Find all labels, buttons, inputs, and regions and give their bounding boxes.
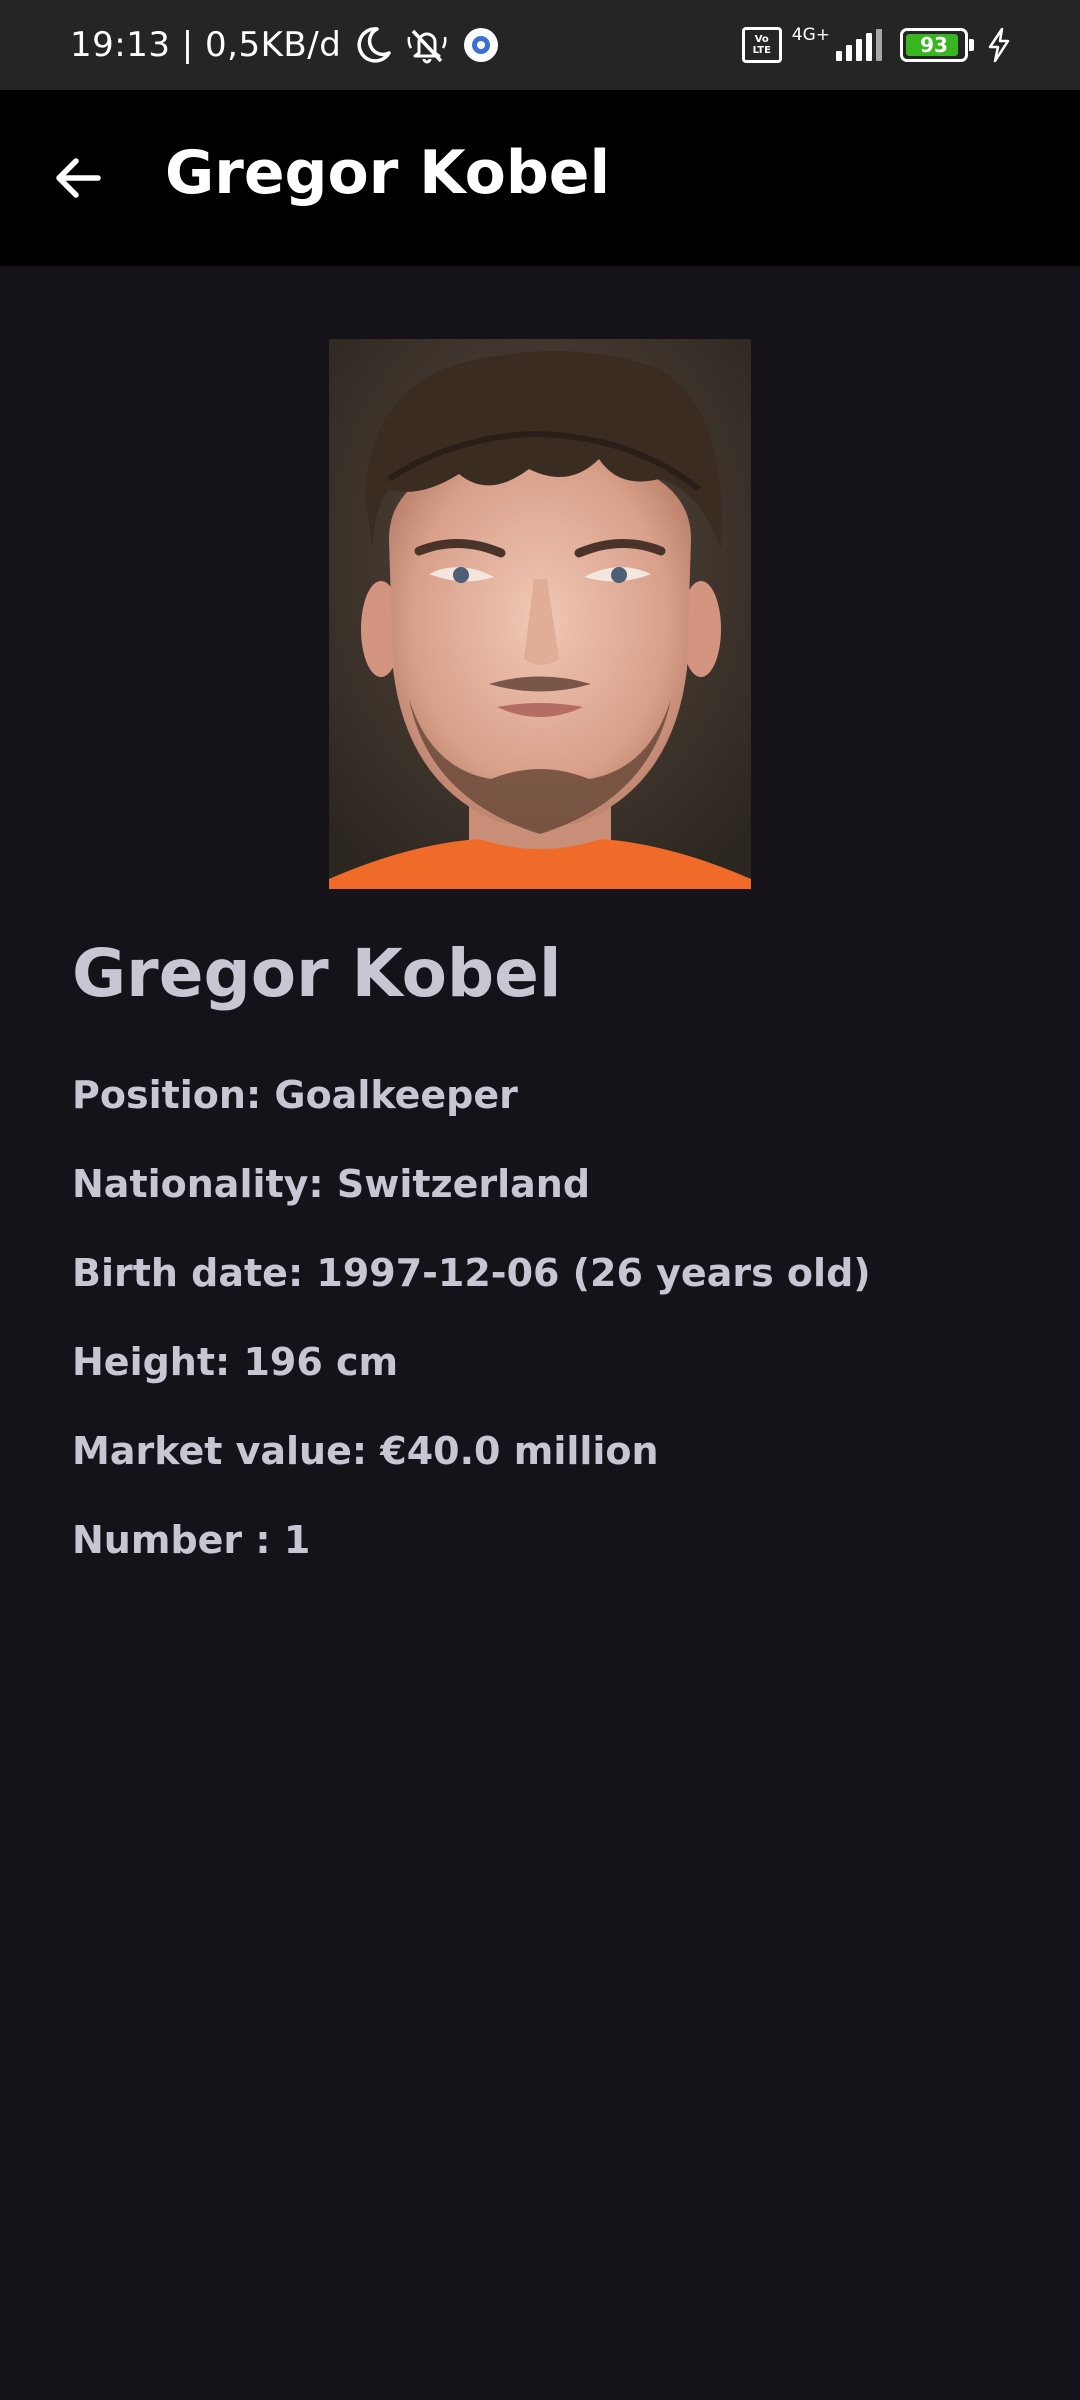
player-portrait-image (329, 339, 751, 889)
player-birth-date: Birth date: 1997-12-06 (26 years old) (72, 1251, 871, 1295)
battery-tip (969, 39, 974, 51)
battery-icon: 93 (900, 28, 974, 62)
player-position: Position: Goalkeeper (72, 1073, 518, 1117)
volte-bottom-label: LTE (752, 45, 771, 56)
app-bar: Gregor Kobel (0, 90, 1080, 266)
moon-icon (357, 27, 392, 63)
status-bar: 19:13 | 0,5KB/d Vo LTE 4G+ 93 (0, 0, 1080, 90)
battery-level: 93 (920, 33, 948, 57)
player-market-value: Market value: €40.0 million (72, 1429, 659, 1473)
status-right: Vo LTE 4G+ 93 (741, 0, 1012, 90)
arrow-left-icon (56, 158, 101, 198)
player-height: Height: 196 cm (72, 1340, 399, 1384)
signal-icon (836, 29, 882, 61)
charging-icon (988, 27, 1010, 63)
player-nationality: Nationality: Switzerland (72, 1162, 591, 1206)
volte-top-label: Vo (754, 34, 769, 45)
back-button[interactable] (40, 140, 116, 216)
status-left: 19:13 | 0,5KB/d (70, 0, 503, 90)
app-notification-icon (464, 28, 499, 62)
player-photo (329, 339, 751, 889)
notifications-off-icon (407, 29, 447, 64)
network-type: 4G+ (791, 25, 830, 45)
volte-icon: Vo LTE (741, 27, 782, 63)
page-title: Gregor Kobel (165, 138, 611, 208)
status-time: 19:13 | 0,5KB/d (70, 25, 342, 65)
player-number: Number : 1 (72, 1518, 311, 1562)
player-detail-screen: 19:13 | 0,5KB/d Vo LTE 4G+ 93 Gregor Kob… (0, 0, 1080, 2400)
player-name: Gregor Kobel (72, 935, 562, 1012)
